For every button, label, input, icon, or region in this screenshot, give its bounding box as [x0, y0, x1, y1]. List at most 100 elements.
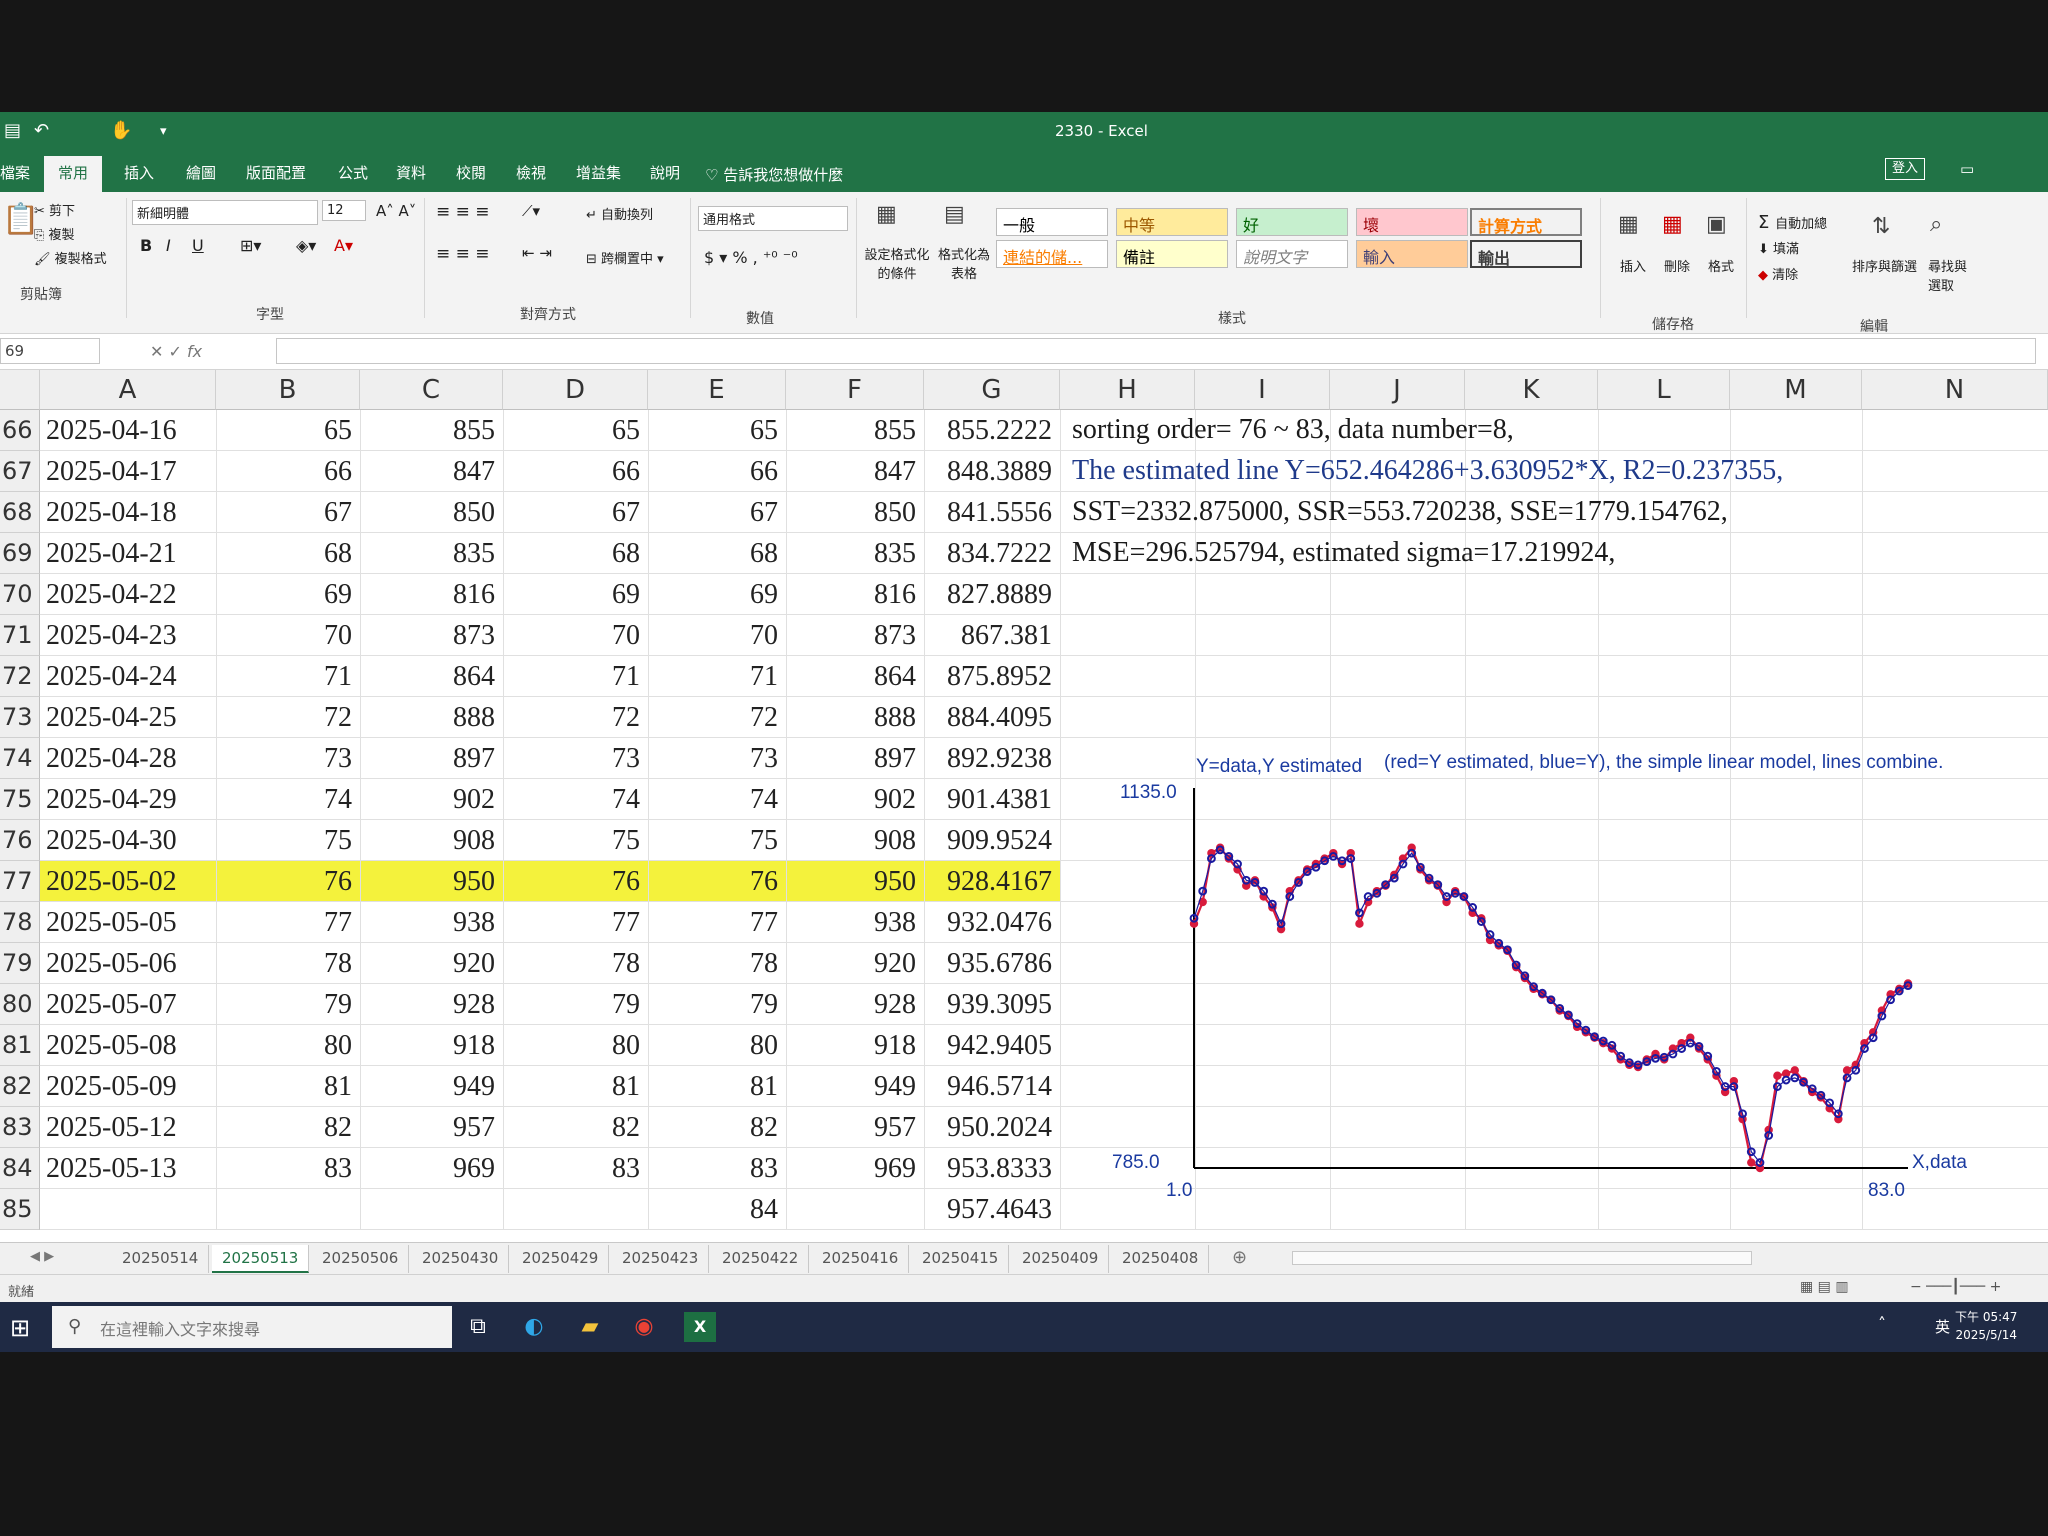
- column-header[interactable]: B: [216, 370, 360, 410]
- cell-c[interactable]: 920: [360, 943, 503, 984]
- cell-e[interactable]: 83: [648, 1148, 786, 1189]
- grow-font-icon[interactable]: A˄ A˅: [376, 202, 416, 220]
- cell-d[interactable]: 76: [503, 861, 648, 902]
- wrap-text-button[interactable]: ↵ 自動換列: [586, 204, 653, 223]
- cell-g[interactable]: 867.381: [924, 615, 1060, 656]
- cell-d[interactable]: 79: [503, 984, 648, 1025]
- cell-g[interactable]: 892.9238: [924, 738, 1060, 779]
- format-table-button[interactable]: 格式化為表格: [936, 244, 992, 282]
- cell-b[interactable]: 78: [216, 943, 360, 984]
- cell-g[interactable]: 848.3889: [924, 451, 1060, 492]
- sheet-tab[interactable]: 20250422: [712, 1245, 810, 1273]
- style-linked-cell[interactable]: 連結的儲...: [996, 240, 1108, 268]
- row-header[interactable]: 69: [0, 533, 40, 574]
- cell-e[interactable]: 75: [648, 820, 786, 861]
- cell-c[interactable]: 850: [360, 492, 503, 533]
- cell-f[interactable]: 897: [786, 738, 924, 779]
- cell-a[interactable]: 2025-05-02: [40, 861, 216, 902]
- cell-a[interactable]: 2025-04-17: [40, 451, 216, 492]
- edge-icon[interactable]: ◐: [518, 1312, 550, 1342]
- column-header[interactable]: D: [503, 370, 648, 410]
- sheet-tab[interactable]: 20250506: [312, 1245, 410, 1273]
- cell-f[interactable]: 950: [786, 861, 924, 902]
- cell-e[interactable]: 66: [648, 451, 786, 492]
- row-header[interactable]: 77: [0, 861, 40, 902]
- fill-button[interactable]: ⬇ 填滿: [1758, 238, 1799, 257]
- tab-data[interactable]: 資料: [396, 162, 426, 183]
- cell-b[interactable]: 72: [216, 697, 360, 738]
- cell-e[interactable]: 74: [648, 779, 786, 820]
- column-header[interactable]: E: [648, 370, 786, 410]
- style-output[interactable]: 輸出: [1470, 240, 1582, 268]
- cell-g[interactable]: 957.4643: [924, 1189, 1060, 1230]
- cell-b[interactable]: 83: [216, 1148, 360, 1189]
- format-cells-icon[interactable]: ▣: [1706, 212, 1727, 237]
- cell-c[interactable]: 908: [360, 820, 503, 861]
- column-header[interactable]: G: [924, 370, 1060, 410]
- cell-d[interactable]: 65: [503, 410, 648, 451]
- cell-f[interactable]: 873: [786, 615, 924, 656]
- cell-a[interactable]: 2025-04-22: [40, 574, 216, 615]
- tab-formulas[interactable]: 公式: [338, 162, 368, 183]
- cell-c[interactable]: 897: [360, 738, 503, 779]
- sheet-tab[interactable]: 20250408: [1112, 1245, 1210, 1273]
- cell-b[interactable]: 71: [216, 656, 360, 697]
- copy-button[interactable]: ⎘ 複製: [34, 224, 75, 243]
- chrome-icon[interactable]: ◉: [628, 1312, 660, 1342]
- bold-icon[interactable]: B: [140, 236, 152, 255]
- cell-d[interactable]: 74: [503, 779, 648, 820]
- cell-d[interactable]: 78: [503, 943, 648, 984]
- style-good[interactable]: 好: [1236, 208, 1348, 236]
- cell-a[interactable]: 2025-04-23: [40, 615, 216, 656]
- row-header[interactable]: 75: [0, 779, 40, 820]
- cell-e[interactable]: 77: [648, 902, 786, 943]
- cell-c[interactable]: 928: [360, 984, 503, 1025]
- column-header[interactable]: L: [1598, 370, 1730, 410]
- cell-c[interactable]: 864: [360, 656, 503, 697]
- cell-e[interactable]: 72: [648, 697, 786, 738]
- conditional-format-icon[interactable]: ▦: [876, 202, 897, 227]
- cell-d[interactable]: 82: [503, 1107, 648, 1148]
- cell-a[interactable]: 2025-05-08: [40, 1025, 216, 1066]
- sort-filter-icon[interactable]: ⇅: [1872, 214, 1890, 239]
- align-top-icon[interactable]: ≡ ≡ ≡: [436, 202, 490, 222]
- sheet-tab[interactable]: 20250514: [112, 1245, 210, 1273]
- cell-f[interactable]: 918: [786, 1025, 924, 1066]
- taskbar-search[interactable]: ⚲ 在這裡輸入文字來搜尋: [52, 1306, 452, 1348]
- orientation-icon[interactable]: ⟋▾: [522, 202, 540, 220]
- row-header[interactable]: 66: [0, 410, 40, 451]
- formula-icons[interactable]: ✕ ✓ fx: [150, 342, 202, 361]
- zoom-slider[interactable]: − ───┃─── +: [1910, 1279, 2001, 1295]
- style-normal[interactable]: 一般: [996, 208, 1108, 236]
- cell-f[interactable]: 855: [786, 410, 924, 451]
- cell-d[interactable]: 69: [503, 574, 648, 615]
- cell-d[interactable]: 70: [503, 615, 648, 656]
- row-header[interactable]: 84: [0, 1148, 40, 1189]
- cell-a[interactable]: 2025-04-21: [40, 533, 216, 574]
- cell-f[interactable]: 888: [786, 697, 924, 738]
- cell-g[interactable]: 834.7222: [924, 533, 1060, 574]
- cell-f[interactable]: 847: [786, 451, 924, 492]
- login-button[interactable]: 登入: [1885, 158, 1925, 180]
- ribbon-display-icon[interactable]: ▭: [1960, 160, 1974, 178]
- cell-f[interactable]: 938: [786, 902, 924, 943]
- cell-g[interactable]: 875.8952: [924, 656, 1060, 697]
- cell-e[interactable]: 79: [648, 984, 786, 1025]
- row-header[interactable]: 73: [0, 697, 40, 738]
- sheet-tab[interactable]: 20250423: [612, 1245, 710, 1273]
- autosum-button[interactable]: Σ 自動加總: [1758, 212, 1827, 233]
- file-explorer-icon[interactable]: ▰: [574, 1312, 606, 1342]
- cell-a[interactable]: 2025-04-30: [40, 820, 216, 861]
- column-header[interactable]: K: [1465, 370, 1598, 410]
- sheet-tab[interactable]: 20250430: [412, 1245, 510, 1273]
- horizontal-scrollbar[interactable]: [1292, 1251, 1752, 1265]
- cell-a[interactable]: 2025-05-06: [40, 943, 216, 984]
- row-header[interactable]: 72: [0, 656, 40, 697]
- cell-a[interactable]: 2025-04-29: [40, 779, 216, 820]
- cell-c[interactable]: 816: [360, 574, 503, 615]
- cell-c[interactable]: 969: [360, 1148, 503, 1189]
- cell-d[interactable]: 77: [503, 902, 648, 943]
- cell-e[interactable]: 84: [648, 1189, 786, 1230]
- add-sheet-icon[interactable]: ⊕: [1232, 1247, 1247, 1268]
- tab-draw[interactable]: 繪圖: [186, 162, 216, 183]
